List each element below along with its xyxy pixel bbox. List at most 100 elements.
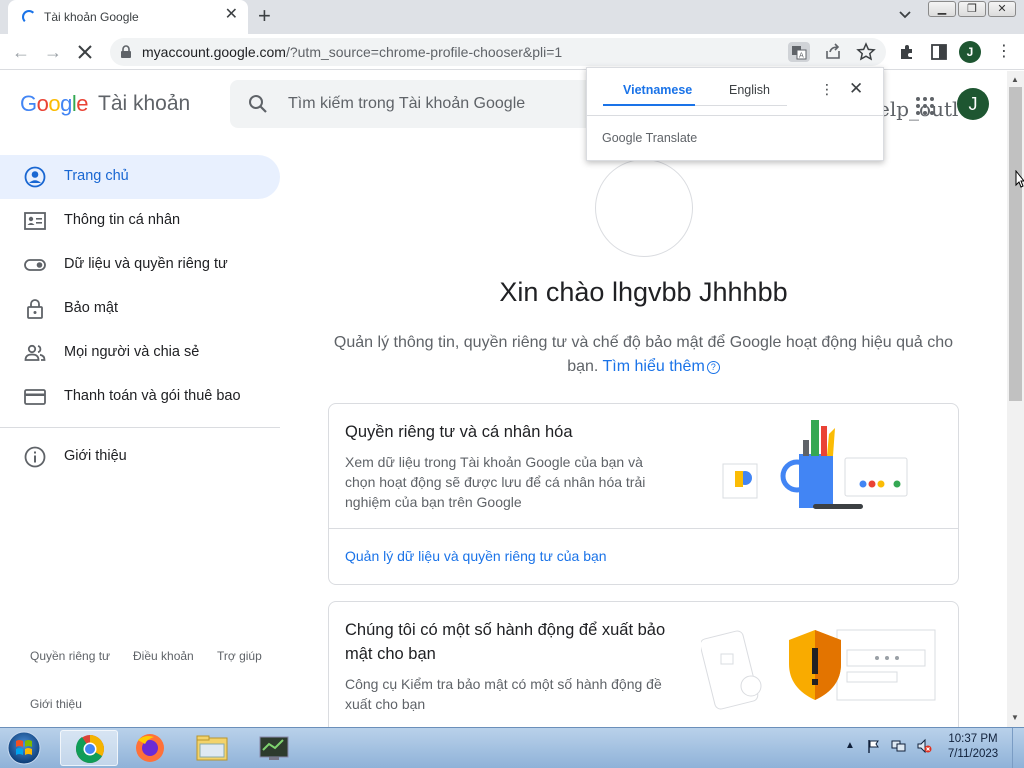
google-apps-icon[interactable] [916, 97, 934, 115]
chrome-icon [76, 735, 104, 763]
svg-text:A: A [799, 52, 804, 60]
forward-arrow-icon[interactable]: → [42, 41, 64, 63]
scrollbar-thumb[interactable] [1009, 87, 1022, 401]
profile-photo-placeholder[interactable] [595, 159, 693, 257]
logo-letter: o [48, 91, 61, 116]
lock-icon [27, 299, 43, 319]
security-recommendation-card[interactable]: Chúng tôi có một số hành động để xuất bả… [328, 601, 959, 727]
footer-link-terms[interactable]: Điều khoản [133, 649, 194, 663]
sidebar-item-personal-info[interactable]: Thông tin cá nhân [0, 199, 280, 243]
translate-tab-vietnamese[interactable]: Vietnamese [623, 83, 692, 97]
new-tab-icon[interactable]: + [258, 4, 271, 28]
sidebar-item-label: Bảo mật [64, 300, 118, 316]
sidebar-item-label: Mọi người và chia sẻ [64, 344, 200, 360]
brand-translate: Translate [645, 131, 698, 145]
system-clock[interactable]: 10:37 PM 7/11/2023 [940, 732, 1006, 762]
address-bar[interactable]: myaccount.google.com/?utm_source=chrome-… [110, 38, 886, 66]
footer-link-about[interactable]: Giới thiệu [30, 697, 82, 711]
manage-privacy-link[interactable]: Quản lý dữ liệu và quyền riêng tư của bạ… [345, 548, 607, 564]
side-panel-icon[interactable] [929, 42, 949, 62]
google-logo[interactable]: Google [20, 91, 89, 117]
extensions-puzzle-icon[interactable] [897, 42, 917, 62]
tab-title: Tài khoản Google [44, 10, 139, 24]
sidebar-item-label: Thanh toán và gói thuê bao [64, 388, 241, 404]
close-tab-icon[interactable]: ✕ [225, 7, 238, 23]
learn-more-link[interactable]: Tìm hiểu thêm? [603, 358, 720, 375]
minimize-icon[interactable]: ▁ [928, 1, 956, 17]
sidebar-item-label: Giới thiệu [64, 448, 127, 464]
sidebar: Trang chủ Thông tin cá nhân Dữ liệu và q… [0, 137, 290, 727]
taskbar-firefox[interactable] [121, 730, 179, 766]
share-icon[interactable] [822, 42, 844, 62]
sidebar-item-label: Trang chủ [64, 168, 129, 184]
translate-page-icon[interactable]: A [788, 42, 810, 62]
sidebar-divider [0, 427, 280, 428]
logo-letter: e [76, 91, 89, 116]
bookmark-star-icon[interactable] [855, 42, 877, 62]
scroll-up-arrow-icon[interactable]: ▲ [1011, 75, 1019, 84]
info-icon [24, 446, 46, 468]
show-desktop-button[interactable] [1012, 728, 1024, 768]
card-description-line: nghiệm của bạn trên Google [345, 494, 522, 510]
browser-tab-strip: Tài khoản Google ✕ + ▁ ❐ ✕ [0, 0, 1024, 34]
browser-tab[interactable]: Tài khoản Google ✕ [8, 0, 248, 34]
account-circle-icon [24, 166, 46, 188]
translate-divider [587, 115, 883, 116]
card-divider [329, 528, 958, 529]
profile-avatar[interactable]: J [959, 41, 981, 63]
privacy-card[interactable]: Quyền riêng tư và cá nhân hóa Xem dữ liệ… [328, 403, 959, 585]
card-title-line: Chúng tôi có một số hành động để xuất bả… [345, 621, 666, 639]
search-icon[interactable] [248, 94, 268, 114]
active-tab-indicator [603, 104, 695, 106]
action-center-flag-icon[interactable] [866, 738, 882, 754]
sidebar-item-label: Dữ liệu và quyền riêng tư [64, 256, 228, 272]
close-window-icon[interactable]: ✕ [988, 1, 1016, 17]
id-card-icon [24, 212, 46, 230]
people-icon [24, 344, 46, 361]
network-icon[interactable] [891, 738, 907, 754]
sidebar-item-security[interactable]: Bảo mật [0, 287, 280, 331]
sidebar-item-label: Thông tin cá nhân [64, 212, 181, 228]
stop-loading-icon[interactable] [76, 43, 94, 61]
windows-start-icon[interactable] [3, 729, 45, 767]
brand-google: Google [602, 131, 643, 145]
restore-icon[interactable]: ❐ [958, 1, 986, 17]
translate-close-icon[interactable]: ✕ [849, 79, 863, 99]
loading-spinner-icon [22, 10, 36, 24]
folder-icon [196, 735, 228, 761]
footer-link-privacy[interactable]: Quyền riêng tư [30, 649, 110, 663]
taskbar-chrome[interactable] [60, 730, 118, 766]
url-text: myaccount.google.com/?utm_source=chrome-… [142, 44, 562, 60]
card-description-line: Xem dữ liệu trong Tài khoản Google của b… [345, 454, 643, 470]
learn-more-label: Tìm hiểu thêm [602, 358, 705, 375]
back-arrow-icon[interactable]: ← [10, 41, 32, 63]
account-avatar[interactable]: J [957, 88, 989, 120]
card-description-line: xuất cho bạn [345, 696, 426, 712]
tab-search-chevron-icon[interactable] [898, 7, 912, 21]
taskbar-file-explorer[interactable] [183, 730, 241, 766]
windows-taskbar: ▲ 10:37 PM 7/11/2023 [0, 727, 1024, 768]
taskbar-app[interactable] [245, 730, 303, 766]
greeting-subtitle: Quản lý thông tin, quyền riêng tư và chế… [320, 331, 967, 379]
sidebar-item-payments[interactable]: Thanh toán và gói thuê bao [0, 375, 280, 419]
scroll-down-arrow-icon[interactable]: ▼ [1011, 713, 1019, 722]
sidebar-item-people-sharing[interactable]: Mọi người và chia sẻ [0, 331, 280, 375]
account-search-input[interactable]: Tìm kiếm trong Tài khoản Google [230, 80, 600, 128]
help-circle-icon: ? [706, 361, 720, 374]
clock-date: 7/11/2023 [947, 748, 999, 760]
sidebar-item-about[interactable]: Giới thiệu [0, 435, 280, 479]
lock-icon[interactable] [120, 45, 132, 59]
sidebar-item-data-privacy[interactable]: Dữ liệu và quyền riêng tư [0, 243, 280, 287]
sidebar-item-home[interactable]: Trang chủ [0, 155, 280, 199]
chrome-menu-icon[interactable]: ⋮ [996, 42, 1012, 62]
translate-options-icon[interactable]: ⋮ [820, 81, 834, 98]
logo-letter: G [20, 91, 37, 116]
footer-link-help[interactable]: Trợ giúp [217, 649, 262, 663]
product-name: Tài khoản [98, 92, 191, 115]
card-title-line: mật cho bạn [345, 645, 436, 663]
volume-muted-icon[interactable] [916, 738, 932, 754]
show-hidden-icons-icon[interactable]: ▲ [845, 740, 861, 756]
logo-letter: o [36, 91, 49, 116]
translate-tab-english[interactable]: English [729, 83, 770, 97]
window-controls: ▁ ❐ ✕ [928, 1, 1016, 17]
